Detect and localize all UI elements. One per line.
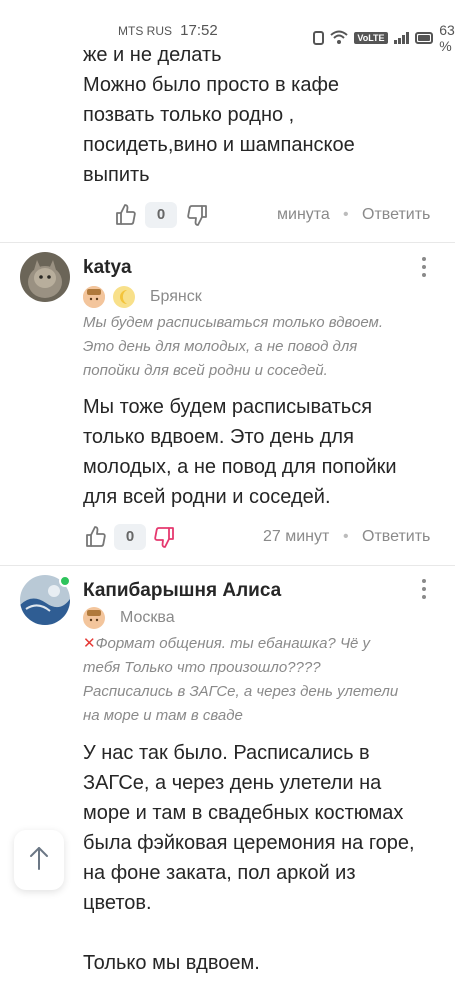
comment-2-line: для всей родни и соседей.	[83, 486, 331, 508]
comment-2-line: только вдвоем. Это день для	[83, 426, 354, 448]
arrow-up-icon	[28, 845, 50, 876]
comment-3-line: ЗАГСе, а через день улетели на	[83, 772, 382, 794]
comment-2-actions: 0 27 минут • Ответить	[0, 524, 455, 554]
comment-time: 27 минут	[263, 528, 330, 545]
scroll-top-button[interactable]	[14, 830, 64, 890]
author-city: Брянск	[150, 288, 202, 305]
battery-icon	[414, 32, 434, 44]
level-badge-icon	[83, 286, 105, 308]
comment-2-body: Мы тоже будем расписываться только вдвое…	[83, 392, 397, 512]
quote-line: на море и там в сваде	[83, 707, 243, 724]
quote-line: Расписались в ЗАГСе, а через день улетел…	[83, 683, 399, 700]
separator-dot: •	[343, 206, 349, 223]
quote-line-text: Формат общения. ты ебанашка? Чё у	[95, 635, 371, 652]
author-name[interactable]: katya	[83, 257, 132, 279]
status-clock-group: MTS RUS 17:52	[118, 22, 218, 39]
carrier-name: MTS RUS	[118, 24, 172, 38]
status-bar: MTS RUS 17:52 VoLTE 63 %	[0, 0, 455, 54]
signal-icon	[393, 32, 409, 44]
more-vertical-icon[interactable]	[412, 252, 436, 282]
quote-line: тебя Только что произошло????	[83, 659, 321, 676]
status-icons: VoLTE 63 %	[313, 22, 455, 54]
divider	[0, 242, 455, 243]
comment-1-line: посидеть,вино и шампанское	[83, 134, 355, 156]
level-badge-icon	[83, 607, 105, 629]
thumbs-up-icon[interactable]	[83, 524, 109, 550]
red-cross-icon: ✕	[83, 635, 96, 652]
reply-link[interactable]: Ответить	[362, 206, 430, 224]
comment-1-line: Можно было просто в кафе	[83, 74, 340, 96]
moon-badge-icon	[112, 285, 135, 308]
thumbs-up-icon[interactable]	[113, 202, 139, 228]
separator-dot: •	[343, 528, 349, 545]
author-city: Москва	[120, 609, 175, 626]
comment-3-line: цветов.	[83, 892, 152, 914]
thumbs-down-icon[interactable]	[151, 524, 177, 550]
clock: 17:52	[180, 22, 218, 39]
comment-3-line: У нас так было. Расписались в	[83, 742, 370, 764]
divider	[0, 565, 455, 566]
reply-link[interactable]: Ответить	[362, 528, 430, 546]
comment-time: минута	[277, 206, 330, 223]
comment-3-line: море и там в свадебных костюмах	[83, 802, 404, 824]
quote-line: попойки для всей родни и соседей.	[83, 362, 328, 379]
battery-percent: 63 %	[439, 22, 455, 54]
comment-3-line: на фоне заката, пол аркой из	[83, 862, 356, 884]
nfc-icon	[313, 31, 325, 45]
online-indicator-icon	[59, 575, 71, 587]
thumbs-down-icon[interactable]	[184, 202, 210, 228]
avatar[interactable]	[20, 252, 70, 302]
comment-1-line: выпить	[83, 164, 150, 186]
comment-2-line: молодых, а не повод для попойки	[83, 456, 397, 478]
more-vertical-icon[interactable]	[412, 574, 436, 604]
comment-1-line: позвать только родно ,	[83, 104, 295, 126]
quote-line: Это день для молодых, а не повод для	[83, 338, 358, 355]
vote-count: 0	[114, 524, 146, 550]
volte-icon: VoLTE	[354, 32, 388, 44]
comment-3-line: была фэйковая церемония на горе,	[83, 832, 415, 854]
vote-count: 0	[145, 202, 177, 228]
comment-3-body: У нас так было. Расписались в ЗАГСе, а ч…	[83, 738, 415, 978]
quote-line: Мы будем расписываться только вдвоем.	[83, 314, 383, 331]
quote-block: ✕Формат общения. ты ебанашка? Чё у тебя …	[83, 632, 423, 728]
wifi-icon	[330, 30, 349, 47]
comment-1-actions: 0 минута • Ответить	[0, 202, 455, 232]
author-name[interactable]: Капибарышня Алиса	[83, 580, 281, 602]
comment-2-line: Мы тоже будем расписываться	[83, 396, 373, 418]
comment-3-line: Только мы вдвоем.	[83, 952, 260, 974]
quote-block: Мы будем расписываться только вдвоем. Эт…	[83, 311, 423, 383]
comment-3-line	[83, 918, 415, 948]
quote-line: ✕Формат общения. ты ебанашка? Чё у	[83, 632, 423, 656]
comment-1-body: же и не делать Можно было просто в кафе …	[83, 40, 355, 190]
